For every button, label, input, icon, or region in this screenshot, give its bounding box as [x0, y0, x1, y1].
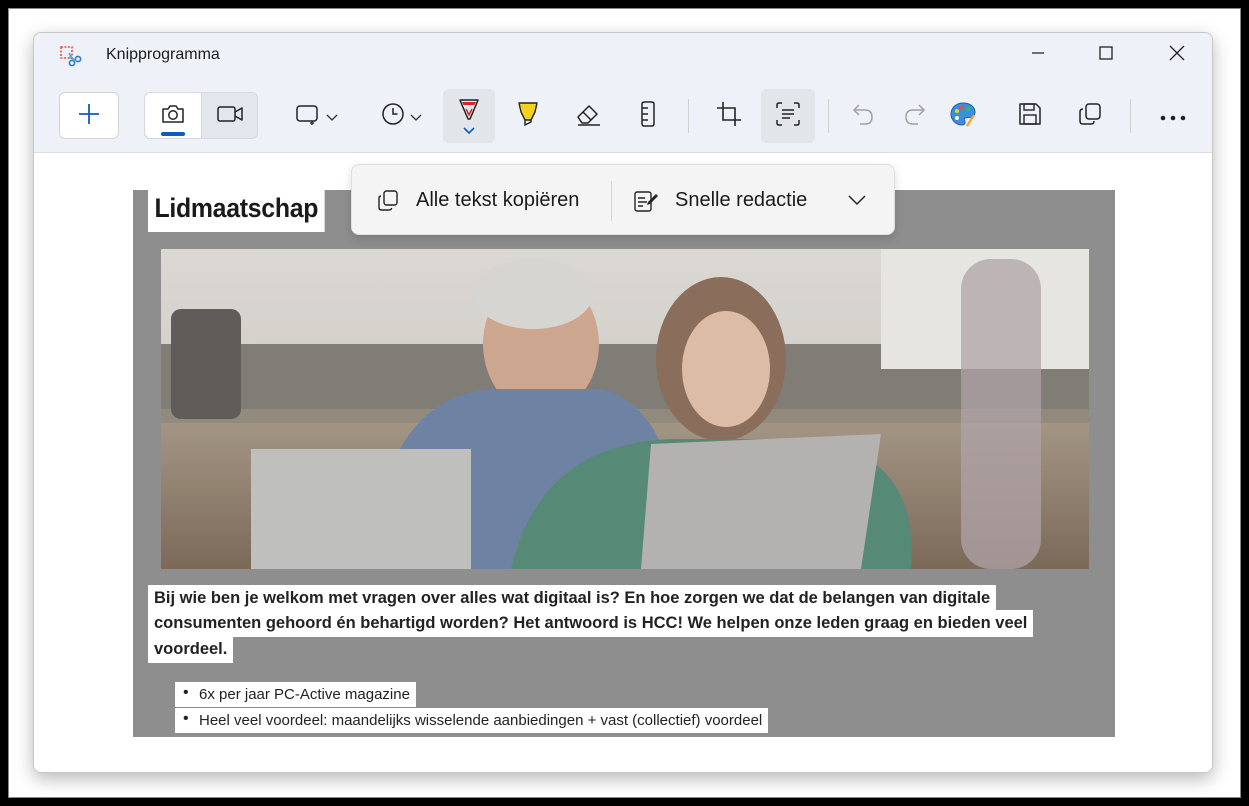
- snip-paragraph-line[interactable]: consumenten gehoord én behartigd worden?…: [148, 610, 1034, 637]
- eraser-icon: [575, 101, 603, 131]
- snip-bullet-item[interactable]: Heel veel voordeel: maandelijks wisselen…: [175, 708, 769, 733]
- undo-icon: [850, 101, 876, 131]
- popup-separator: [611, 181, 612, 221]
- new-snip-button[interactable]: [59, 92, 119, 139]
- toolbar-separator: [688, 99, 689, 133]
- minimize-icon: [1030, 45, 1046, 65]
- redo-button[interactable]: [891, 92, 939, 140]
- pen-tool-button[interactable]: [443, 89, 495, 143]
- more-icon: [1159, 107, 1187, 126]
- snip-mode-photo-button[interactable]: [145, 93, 202, 138]
- minimize-button[interactable]: [1015, 37, 1061, 73]
- quick-redact-dropdown[interactable]: [848, 165, 866, 236]
- chevron-down-icon: [463, 120, 475, 139]
- snip-mode-video-button[interactable]: [202, 93, 258, 138]
- toolbar-separator: [1130, 99, 1131, 133]
- highlighter-tool-button[interactable]: [504, 92, 552, 140]
- snip-canvas: Lidmaatschap Bij wie ben je welkom met v…: [34, 154, 1212, 772]
- more-options-button[interactable]: [1149, 92, 1197, 140]
- copy-all-text-label: Alle tekst kopiëren: [416, 189, 580, 211]
- snip-paragraph-line[interactable]: Bij wie ben je welkom met vragen over al…: [148, 585, 997, 612]
- ruler-icon: [638, 100, 658, 132]
- copy-icon: [1077, 101, 1103, 131]
- snip-shape-dropdown[interactable]: [284, 92, 348, 140]
- text-actions-popup: Alle tekst kopiëren Snelle redactie: [351, 164, 895, 235]
- undo-button[interactable]: [839, 92, 887, 140]
- close-button[interactable]: [1154, 37, 1200, 73]
- snip-bullet-item[interactable]: 6x per jaar PC-Active magazine: [175, 682, 416, 707]
- snip-paragraph-line[interactable]: voordeel.: [148, 636, 234, 663]
- maximize-icon: [1098, 45, 1114, 65]
- active-mode-indicator: [161, 132, 185, 136]
- video-icon: [216, 103, 244, 129]
- chevron-down-icon: [848, 195, 866, 206]
- highlighter-icon: [515, 100, 541, 132]
- snip-heading[interactable]: Lidmaatschap: [148, 190, 325, 232]
- ruler-tool-button[interactable]: [624, 92, 672, 140]
- save-button[interactable]: [1006, 92, 1054, 140]
- crop-tool-button[interactable]: [705, 92, 753, 140]
- snipping-tool-icon: [58, 44, 82, 68]
- copy-button[interactable]: [1066, 92, 1114, 140]
- toolbar: [34, 77, 1212, 153]
- camera-icon: [160, 102, 186, 130]
- window-title: Knipprogramma: [106, 46, 220, 63]
- redact-icon: [633, 188, 659, 214]
- title-bar[interactable]: Knipprogramma: [34, 33, 1212, 77]
- quick-redact-label: Snelle redactie: [675, 189, 808, 211]
- edit-in-paint-button[interactable]: [939, 92, 987, 140]
- quick-redact-button[interactable]: Snelle redactie: [633, 165, 807, 236]
- clock-icon: [380, 101, 406, 131]
- delay-dropdown[interactable]: [369, 92, 433, 140]
- snip-photo: [161, 249, 1089, 569]
- copy-icon: [376, 189, 400, 213]
- toolbar-separator: [828, 99, 829, 133]
- paint-icon: [949, 100, 977, 132]
- snipping-tool-window: Knipprogramma Lidmaatschap Bij wie ben j…: [33, 32, 1213, 773]
- rectangle-snip-icon: [294, 102, 322, 130]
- close-icon: [1168, 44, 1186, 66]
- maximize-button[interactable]: [1083, 37, 1129, 73]
- save-icon: [1017, 101, 1043, 131]
- eraser-tool-button[interactable]: [565, 92, 613, 140]
- redo-icon: [902, 101, 928, 131]
- copy-all-text-button[interactable]: Alle tekst kopiëren: [376, 165, 579, 236]
- capture-mode-toggle: [144, 92, 258, 139]
- chevron-down-icon: [410, 107, 422, 126]
- plus-icon: [77, 102, 101, 130]
- captured-snip[interactable]: Lidmaatschap Bij wie ben je welkom met v…: [133, 190, 1115, 737]
- chevron-down-icon: [326, 107, 338, 126]
- text-actions-button[interactable]: [761, 89, 815, 143]
- crop-icon: [715, 100, 743, 132]
- text-actions-icon: [774, 100, 802, 132]
